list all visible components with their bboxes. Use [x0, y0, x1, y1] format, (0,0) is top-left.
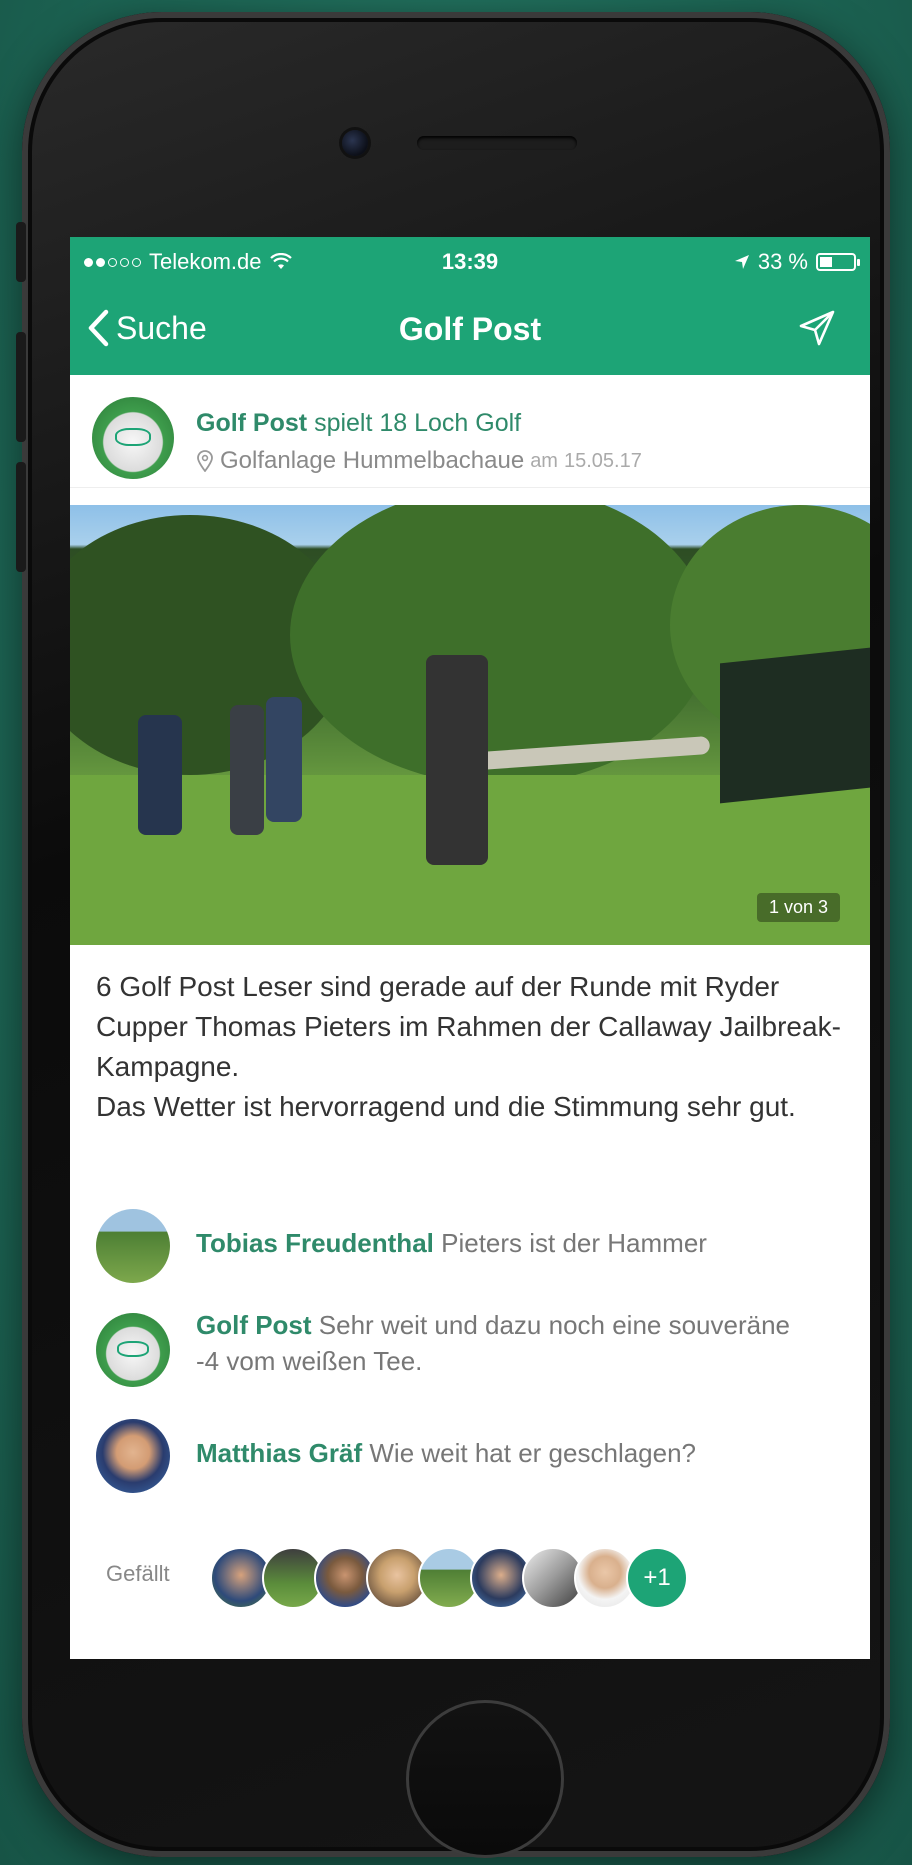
- volume-up-button: [16, 332, 26, 442]
- post-location-line: Golfanlage Hummelbachaue am 15.05.17: [196, 447, 642, 475]
- share-button[interactable]: [798, 309, 836, 352]
- earpiece-speaker: [417, 136, 577, 150]
- volume-down-button: [16, 462, 26, 572]
- map-pin-icon: [197, 450, 213, 472]
- commenter-avatar[interactable]: [96, 1209, 170, 1283]
- commenter-name[interactable]: Golf Post: [196, 1310, 312, 1340]
- post-location[interactable]: Golfanlage Hummelbachaue: [220, 447, 524, 475]
- likes-row: Gefällt +1: [70, 1527, 870, 1627]
- post-author[interactable]: Golf Post: [196, 409, 307, 437]
- commenter-name[interactable]: Matthias Gräf: [196, 1438, 362, 1468]
- post-title: Golf Post spielt 18 Loch Golf: [196, 409, 521, 438]
- battery-percent: 33 %: [757, 249, 808, 274]
- comment-text: Matthias Gräf Wie weit hat er geschlagen…: [196, 1435, 696, 1471]
- front-camera: [342, 130, 368, 156]
- comment-item: Matthias Gräf Wie weit hat er geschlagen…: [96, 1415, 856, 1495]
- caption-paragraph: Das Wetter ist hervorragend und die Stim…: [96, 1091, 796, 1122]
- author-avatar[interactable]: [92, 397, 174, 479]
- comment-text: Golf Post Sehr weit und dazu noch eine s…: [196, 1307, 796, 1379]
- nav-title: Golf Post: [398, 311, 542, 347]
- send-icon: [799, 310, 835, 346]
- commenter-avatar[interactable]: [96, 1419, 170, 1493]
- mute-switch: [16, 222, 26, 282]
- photo-golfer: [426, 655, 488, 865]
- photo-person: [230, 705, 264, 835]
- home-button[interactable]: [406, 1700, 564, 1858]
- photo-shed: [720, 646, 870, 804]
- commenter-name[interactable]: Tobias Freudenthal: [196, 1228, 434, 1258]
- post-action: spielt 18 Loch Golf: [314, 409, 522, 437]
- commenter-avatar[interactable]: [96, 1313, 170, 1387]
- post-caption: 6 Golf Post Leser sind gerade auf der Ru…: [96, 967, 856, 1127]
- photo-person: [138, 715, 182, 835]
- post-header: Golf Post spielt 18 Loch Golf Golfanlage…: [70, 375, 870, 488]
- status-right-group: 33 %: [734, 249, 860, 275]
- comment-body: Pieters ist der Hammer: [441, 1228, 707, 1258]
- post-date-prefix: am: [530, 449, 558, 472]
- caption-paragraph: 6 Golf Post Leser sind gerade auf der Ru…: [96, 971, 841, 1082]
- photo-person: [266, 697, 302, 822]
- status-bar: Telekom.de 13:39 33 %: [70, 237, 870, 287]
- more-likers-button[interactable]: +1: [626, 1547, 688, 1609]
- comment-body: Wie weit hat er geschlagen?: [369, 1438, 697, 1468]
- comment-item: Golf Post Sehr weit und dazu noch eine s…: [96, 1307, 856, 1391]
- likes-label: Gefällt: [106, 1561, 170, 1586]
- navigation-bar: Suche Golf Post: [70, 287, 870, 375]
- battery-icon: [816, 253, 860, 271]
- location-arrow-icon: [734, 255, 749, 269]
- comment-text: Tobias Freudenthal Pieters ist der Hamme…: [196, 1225, 707, 1261]
- photo-counter: 1 von 3: [756, 893, 840, 922]
- app-screen: Telekom.de 13:39 33 % Suche Golf Post Go…: [70, 237, 870, 1659]
- comment-item: Tobias Freudenthal Pieters ist der Hamme…: [96, 1205, 856, 1285]
- post-photo[interactable]: 1 von 3: [70, 505, 870, 945]
- post-date: 15.05.17: [563, 449, 642, 472]
